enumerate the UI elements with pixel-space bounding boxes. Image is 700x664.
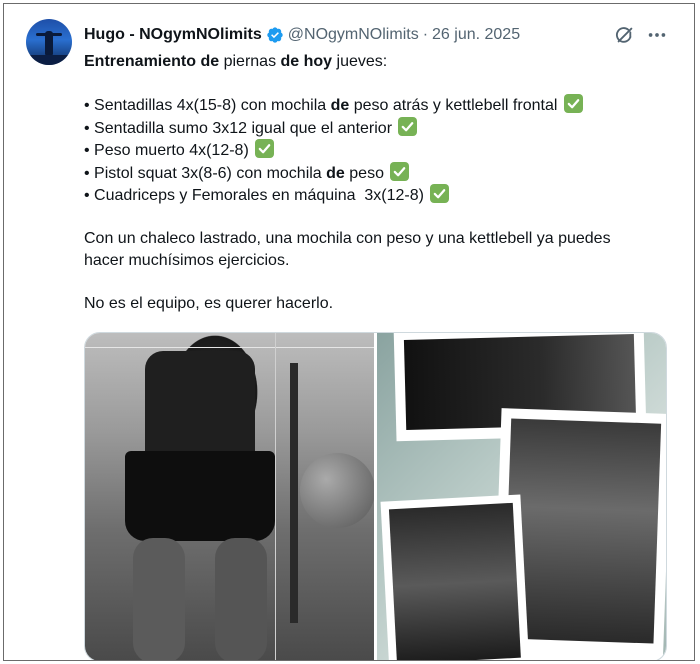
media-grid xyxy=(84,332,667,660)
bullet: • xyxy=(84,119,95,137)
exercise-text: Sentadillas 4x(15-8) con mochila xyxy=(94,97,331,114)
exercise-text-end: peso xyxy=(344,164,384,182)
paragraph-line: hacer muchísimos ejercicios. xyxy=(84,251,290,269)
verified-badge-icon[interactable] xyxy=(266,26,284,44)
collage-photo-image xyxy=(503,418,662,644)
bullet: • xyxy=(84,164,95,182)
tweet-text: Entrenamiento de piernas de hoy jueves: … xyxy=(84,51,679,314)
gym-ball xyxy=(300,453,374,528)
intro-normal-2: jueves: xyxy=(332,53,388,70)
user-handle[interactable]: @NOgymNOlimits xyxy=(288,26,419,44)
closing-line: No es el equipo, es querer hacerlo. xyxy=(84,294,334,312)
shorts xyxy=(125,451,275,541)
media-photo-2[interactable] xyxy=(377,333,666,660)
intro-bold-1: Entrenamiento de xyxy=(84,53,220,70)
exercise-text: Cuadriceps y Femorales en máquina 3x(12-… xyxy=(94,187,424,204)
exercise-list-item: • Sentadilla sumo 3x12 igual que el ante… xyxy=(84,116,679,140)
check-mark-button-icon xyxy=(398,116,418,136)
avatar-figure xyxy=(45,31,53,55)
exercise-list-item: • Peso muerto 4x(12-8) xyxy=(84,139,679,162)
exercise-text: Sentadilla sumo 3x12 igual que el anteri… xyxy=(94,119,393,137)
exercise-list-item: • Cuadriceps y Femorales en máquina 3x(1… xyxy=(84,184,679,207)
media-photo-1[interactable] xyxy=(85,333,374,660)
gym-rack xyxy=(290,363,298,623)
collage-photo-image xyxy=(388,502,521,660)
exercise-bold-text: de xyxy=(330,97,350,114)
check-mark-button-icon xyxy=(430,184,450,203)
mirror-edge xyxy=(85,347,374,348)
intro-bold-2: de hoy xyxy=(280,53,333,70)
leg xyxy=(133,538,185,660)
avatar-ground xyxy=(26,55,72,65)
exercise-bold-text: de xyxy=(326,164,345,182)
collage-photo xyxy=(380,494,530,660)
leg xyxy=(215,538,267,660)
tweet-date[interactable]: 26 jun. 2025 xyxy=(432,26,520,44)
bullet: • xyxy=(84,142,95,159)
mirror-edge xyxy=(275,333,276,660)
tweet-header: Hugo - NOgymNOlimits @NOgymNOlimits · 26… xyxy=(84,24,520,46)
tweet-card: Hugo - NOgymNOlimits @NOgymNOlimits · 26… xyxy=(3,3,695,661)
check-mark-button-icon xyxy=(255,139,275,158)
check-mark-button-icon xyxy=(390,161,410,181)
bullet: • xyxy=(84,187,95,204)
more-options-icon[interactable] xyxy=(646,24,668,46)
exercise-list-item: • Pistol squat 3x(8-6) con mochila de pe… xyxy=(84,161,679,185)
check-mark-button-icon xyxy=(563,94,583,113)
avatar[interactable] xyxy=(26,19,72,65)
exercise-text: Peso muerto 4x(12-8) xyxy=(94,142,249,159)
exercise-text: Pistol squat 3x(8-6) con mochila xyxy=(94,164,327,182)
grok-icon[interactable] xyxy=(614,24,636,46)
tweet-intro-line: Entrenamiento de piernas de hoy jueves: xyxy=(84,51,679,73)
paragraph-line: Con un chaleco lastrado, una mochila con… xyxy=(84,230,611,247)
bullet: • xyxy=(84,97,95,114)
separator-dot: · xyxy=(422,26,429,43)
exercise-text-end: peso atrás y kettlebell frontal xyxy=(349,97,558,114)
display-name[interactable]: Hugo - NOgymNOlimits xyxy=(84,26,262,44)
weighted-vest xyxy=(145,351,255,461)
exercise-list-item: • Sentadillas 4x(15-8) con mochila de pe… xyxy=(84,94,679,117)
intro-normal-1: piernas xyxy=(219,53,281,70)
